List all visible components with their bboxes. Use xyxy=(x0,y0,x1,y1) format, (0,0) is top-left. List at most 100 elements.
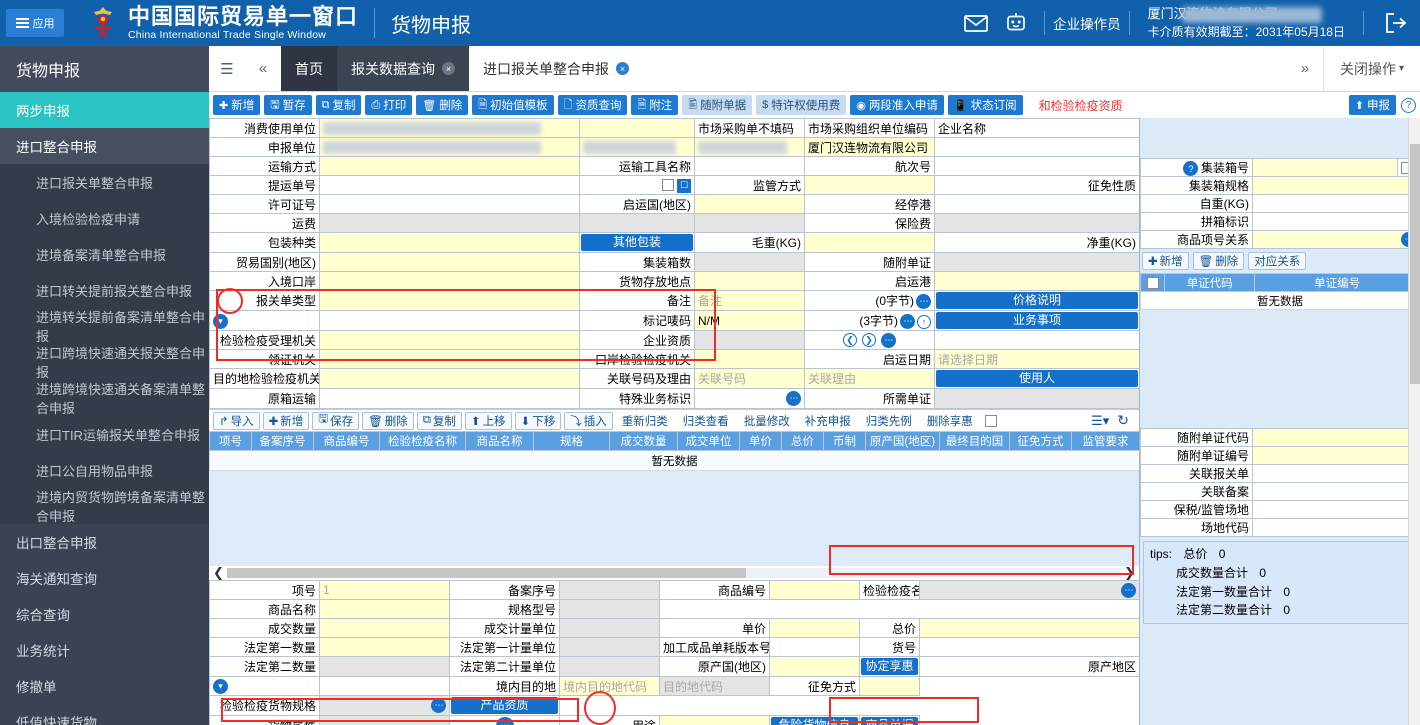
grid-toolbar-button-1[interactable]: ✚新增 xyxy=(263,412,310,430)
item-form-4-5-input[interactable] xyxy=(770,657,860,677)
doc-grid-col-1[interactable]: 单证编号 xyxy=(1255,274,1420,292)
double-left-icon[interactable]: « xyxy=(245,46,281,91)
grid-toolbar-button-2[interactable]: 🖫保存 xyxy=(312,412,359,430)
scroll-left-icon[interactable]: ❮ xyxy=(213,565,224,581)
item-grid-col-3[interactable]: 检验检疫名称 xyxy=(380,432,466,451)
header-form-7-3-input[interactable] xyxy=(695,253,805,272)
item-form-2-3-input[interactable] xyxy=(560,619,660,638)
sidebar-item-6[interactable]: 进境转关提前备案清单整合申报 xyxy=(0,308,209,344)
attached-doc-input-0[interactable] xyxy=(1253,429,1420,447)
hscroll-thumb[interactable] xyxy=(227,568,746,578)
item-form-5-6-input[interactable] xyxy=(860,677,920,696)
header-form-10-5-button[interactable]: 业务事项 xyxy=(936,312,1138,329)
header-form-4-1-input[interactable] xyxy=(320,195,580,214)
item-grid-col-0[interactable]: 项号 xyxy=(210,432,252,451)
toolbar-button-1[interactable]: 🖫暂存 xyxy=(264,95,311,115)
header-form-13-3-input[interactable]: 关联号码 xyxy=(695,369,805,389)
item-form-0-7-input[interactable]: ⋯ xyxy=(920,581,1140,600)
doc-grid-col-0[interactable]: 单证代码 xyxy=(1165,274,1255,292)
attached-doc-input-4[interactable] xyxy=(1253,501,1420,519)
logout-icon[interactable] xyxy=(1372,0,1420,46)
item-form-3-1-input[interactable] xyxy=(320,638,450,657)
item-form-4-3-input[interactable] xyxy=(560,657,660,677)
header-form-13-4-input[interactable]: 关联理由 xyxy=(805,369,935,389)
header-form-3-4-input[interactable] xyxy=(805,176,935,195)
header-form-5-5-input[interactable] xyxy=(935,214,1140,233)
item-grid-hscrollbar[interactable]: ❮ ❯ xyxy=(209,566,1139,580)
item-form-6-2-button[interactable]: 产品资质 xyxy=(451,697,558,714)
toolbar-button-3[interactable]: ⎙打印 xyxy=(365,95,412,115)
item-form-7-6-button[interactable]: 商品单据 xyxy=(861,717,918,725)
toolbar-button-11[interactable]: 📱状态订阅 xyxy=(948,95,1023,115)
declare-button[interactable]: ⬆ 申报 xyxy=(1349,95,1396,115)
header-form-14-5-input[interactable] xyxy=(935,389,1140,409)
tab-2[interactable]: 进口报关单整合申报× xyxy=(469,46,643,91)
grid-select-all-checkbox[interactable] xyxy=(985,415,997,427)
attached-doc-input-1[interactable] xyxy=(1253,447,1420,465)
sidebar-item-4[interactable]: 进境备案清单整合申报 xyxy=(0,236,209,272)
header-form-7-5-input[interactable] xyxy=(935,253,1140,272)
help-icon[interactable]: ? xyxy=(1401,98,1416,113)
item-form-3-3-input[interactable] xyxy=(560,638,660,657)
sidebar-item-2[interactable]: 进口报关单整合申报 xyxy=(0,164,209,200)
header-form-3-2-checkbox[interactable] xyxy=(662,179,674,191)
container-input-1[interactable] xyxy=(1253,177,1420,195)
sidebar-item-17[interactable]: 低值快速货物 xyxy=(0,704,209,725)
item-form-2-7-input[interactable] xyxy=(920,619,1140,638)
header-form-14-1-input[interactable] xyxy=(320,389,580,409)
grid-toolbar-button-8[interactable]: 重新归类 xyxy=(616,412,674,430)
header-form-8-1-input[interactable] xyxy=(320,272,580,291)
sidebar-item-15[interactable]: 业务统计 xyxy=(0,632,209,668)
sidebar-item-10[interactable]: 进口公自用物品申报 xyxy=(0,452,209,488)
item-form-7-5-button[interactable]: 危险货物信息 xyxy=(771,717,858,725)
grid-toolbar-button-3[interactable]: 🗑删除 xyxy=(362,412,414,430)
toolbar-button-9[interactable]: $特许权使用费 xyxy=(756,95,846,115)
header-form-7-1-input[interactable] xyxy=(320,253,580,272)
header-form-12-3-input[interactable] xyxy=(695,350,805,369)
item-grid-col-10[interactable]: 币制 xyxy=(824,432,866,451)
item-form-7-4-input[interactable] xyxy=(660,716,770,725)
toolbar-button-0[interactable]: ✚新增 xyxy=(213,95,260,115)
grid-toolbar-button-6[interactable]: ⬇下移 xyxy=(515,412,562,430)
doc-grid-button-2[interactable]: 对应关系 xyxy=(1248,252,1306,270)
grid-toolbar-button-4[interactable]: ⧉复制 xyxy=(417,412,462,430)
container-input-0[interactable] xyxy=(1253,159,1398,177)
header-form-8-5-input[interactable] xyxy=(935,272,1140,291)
double-right-icon[interactable]: » xyxy=(1287,60,1323,77)
item-form-5-0-expand-toggle[interactable]: ▾ xyxy=(213,679,228,694)
item-grid-col-2[interactable]: 商品编号 xyxy=(314,432,380,451)
header-form-6-2-button[interactable]: 其他包装 xyxy=(581,234,693,251)
sidebar-item-3[interactable]: 入境检验检疫申请 xyxy=(0,200,209,236)
header-form-12-5-input[interactable]: 请选择日期 xyxy=(935,350,1140,369)
sidebar-item-12[interactable]: 出口整合申报 xyxy=(0,524,209,560)
header-form-11-1-input[interactable] xyxy=(320,331,580,350)
item-form-2-5-input[interactable] xyxy=(770,619,860,638)
header-form-10-4-more-icon[interactable]: ⋯ xyxy=(900,314,915,329)
sidebar-item-13[interactable]: 海关通知查询 xyxy=(0,560,209,596)
item-form-1-1-input[interactable] xyxy=(320,600,450,619)
header-form-1-4-input[interactable]: 厦门汉连物流有限公司 xyxy=(805,138,935,157)
doc-grid-select-all-checkbox[interactable] xyxy=(1147,277,1159,289)
header-form-9-3-input[interactable]: 备注 xyxy=(695,291,805,311)
header-form-2-3-input[interactable] xyxy=(695,157,805,176)
header-form-9-4-more-icon[interactable]: ⋯ xyxy=(916,294,931,309)
header-form-13-5-button[interactable]: 使用人 xyxy=(936,370,1138,387)
toolbar-button-5[interactable]: 🗎初始值模板 xyxy=(472,95,553,115)
grid-toolbar-button-0[interactable]: ↱导入 xyxy=(213,412,260,430)
item-form-5-3-input[interactable]: 境内目的地代码 xyxy=(560,677,660,696)
grid-toolbar-button-11[interactable]: 补充申报 xyxy=(799,412,857,430)
header-form-8-3-input[interactable] xyxy=(695,272,805,291)
header-form-5-1-input[interactable] xyxy=(320,214,580,233)
header-form-10-3-input[interactable]: N/M xyxy=(695,311,805,331)
mail-icon[interactable] xyxy=(956,0,996,46)
toolbar-button-8[interactable]: 🖺随附单据 xyxy=(682,95,752,115)
container-input-2[interactable] xyxy=(1253,195,1420,213)
item-form-5-1-input[interactable] xyxy=(320,677,450,696)
item-grid-col-8[interactable]: 单价 xyxy=(740,432,782,451)
item-form-6-1-more-icon[interactable]: ⋯ xyxy=(431,698,446,713)
grid-toolbar-button-5[interactable]: ⬆上移 xyxy=(465,412,512,430)
tab-close-icon-2[interactable]: × xyxy=(616,62,629,75)
tab-menu-icon[interactable]: ☰ xyxy=(209,46,245,91)
header-form-5-2-input[interactable] xyxy=(580,214,695,233)
item-form-6-1-input[interactable]: ⋯ xyxy=(320,696,450,716)
